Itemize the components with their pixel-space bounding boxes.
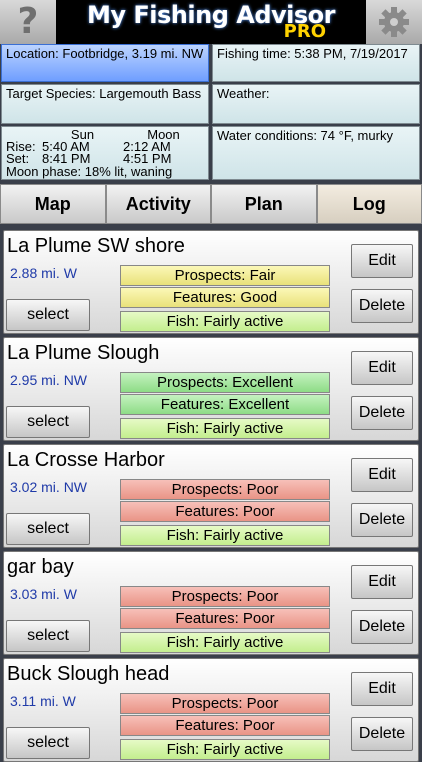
help-button[interactable]: ? (0, 0, 56, 44)
select-button[interactable]: select (6, 513, 90, 545)
water-conditions-text: Water conditions: 74 °F, murky (217, 128, 393, 143)
fishing-time-text: Fishing time: 5:38 PM, 7/19/2017 (217, 46, 408, 61)
tab-activity[interactable]: Activity (106, 184, 212, 224)
tab-log[interactable]: Log (317, 184, 422, 224)
fishing-time-panel[interactable]: Fishing time: 5:38 PM, 7/19/2017 (212, 44, 420, 82)
question-mark-icon: ? (18, 0, 39, 44)
spot-name: La Plume SW shore (7, 235, 185, 258)
sun-moon-table: Sun Moon Rise: 5:40 AM 2:12 AM Set: 8:41… (6, 129, 204, 165)
edit-button[interactable]: Edit (351, 565, 413, 599)
fish-activity-badge: Fish: Fairly active (120, 418, 330, 439)
tab-bar: Map Activity Plan Log (0, 184, 422, 224)
select-button[interactable]: select (6, 299, 90, 331)
location-panel[interactable]: Location: Footbridge, 3.19 mi. NW (1, 44, 209, 82)
target-species-text: Target Species: Largemouth Bass (6, 86, 201, 101)
edit-button[interactable]: Edit (351, 351, 413, 385)
moon-phase-text: Moon phase: 18% lit, waning (6, 165, 204, 178)
fish-activity-badge: Fish: Fairly active (120, 525, 330, 546)
location-text: Location: Footbridge, 3.19 mi. NW (6, 46, 203, 61)
prospects-badge: Prospects: Poor (120, 479, 330, 500)
weather-panel[interactable]: Weather: (212, 84, 420, 124)
delete-button[interactable]: Delete (351, 289, 413, 323)
app-header: ? My Fishing Advisor PRO (0, 0, 422, 44)
target-species-panel[interactable]: Target Species: Largemouth Bass (1, 84, 209, 124)
spot-card[interactable]: La Plume Slough 2.95 mi. NW Prospects: E… (3, 337, 419, 441)
sun-moon-panel[interactable]: Sun Moon Rise: 5:40 AM 2:12 AM Set: 8:41… (1, 126, 209, 180)
spot-distance: 3.11 mi. W (10, 693, 76, 709)
select-button[interactable]: select (6, 620, 90, 652)
prospects-badge: Prospects: Poor (120, 586, 330, 607)
select-button[interactable]: select (6, 727, 90, 759)
spot-name: gar bay (7, 556, 74, 579)
prospects-badge: Prospects: Fair (120, 265, 330, 286)
fish-activity-badge: Fish: Fairly active (120, 632, 330, 653)
spot-distance: 3.02 mi. NW (10, 479, 87, 495)
features-badge: Features: Poor (120, 715, 330, 736)
features-badge: Features: Poor (120, 608, 330, 629)
gear-icon (377, 5, 411, 39)
spot-name: La Plume Slough (7, 342, 159, 365)
features-badge: Features: Poor (120, 501, 330, 522)
spot-card[interactable]: La Plume SW shore 2.88 mi. W Prospects: … (3, 230, 419, 334)
spot-name: Buck Slough head (7, 663, 169, 686)
edit-button[interactable]: Edit (351, 458, 413, 492)
delete-button[interactable]: Delete (351, 396, 413, 430)
app-title: My Fishing Advisor PRO (56, 0, 366, 44)
features-badge: Features: Excellent (120, 394, 330, 415)
spot-distance: 3.03 mi. W (10, 586, 77, 602)
select-button[interactable]: select (6, 406, 90, 438)
delete-button[interactable]: Delete (351, 503, 413, 537)
prospects-badge: Prospects: Excellent (120, 372, 330, 393)
delete-button[interactable]: Delete (351, 717, 413, 751)
settings-button[interactable] (366, 0, 422, 44)
spot-card[interactable]: La Crosse Harbor 3.02 mi. NW Prospects: … (3, 444, 419, 548)
spot-distance: 2.95 mi. NW (10, 372, 87, 388)
spot-card[interactable]: Buck Slough head 3.11 mi. W Prospects: P… (3, 658, 419, 762)
spot-card[interactable]: gar bay 3.03 mi. W Prospects: Poor Featu… (3, 551, 419, 655)
prospects-badge: Prospects: Poor (120, 693, 330, 714)
pro-badge: PRO (284, 21, 326, 42)
weather-text: Weather: (217, 86, 270, 101)
features-badge: Features: Good (120, 287, 330, 308)
edit-button[interactable]: Edit (351, 672, 413, 706)
delete-button[interactable]: Delete (351, 610, 413, 644)
fish-activity-badge: Fish: Fairly active (120, 311, 330, 332)
tab-map[interactable]: Map (0, 184, 106, 224)
tab-plan[interactable]: Plan (211, 184, 317, 224)
spot-distance: 2.88 mi. W (10, 265, 77, 281)
water-conditions-panel[interactable]: Water conditions: 74 °F, murky (212, 126, 420, 180)
edit-button[interactable]: Edit (351, 244, 413, 278)
spot-name: La Crosse Harbor (7, 449, 165, 472)
